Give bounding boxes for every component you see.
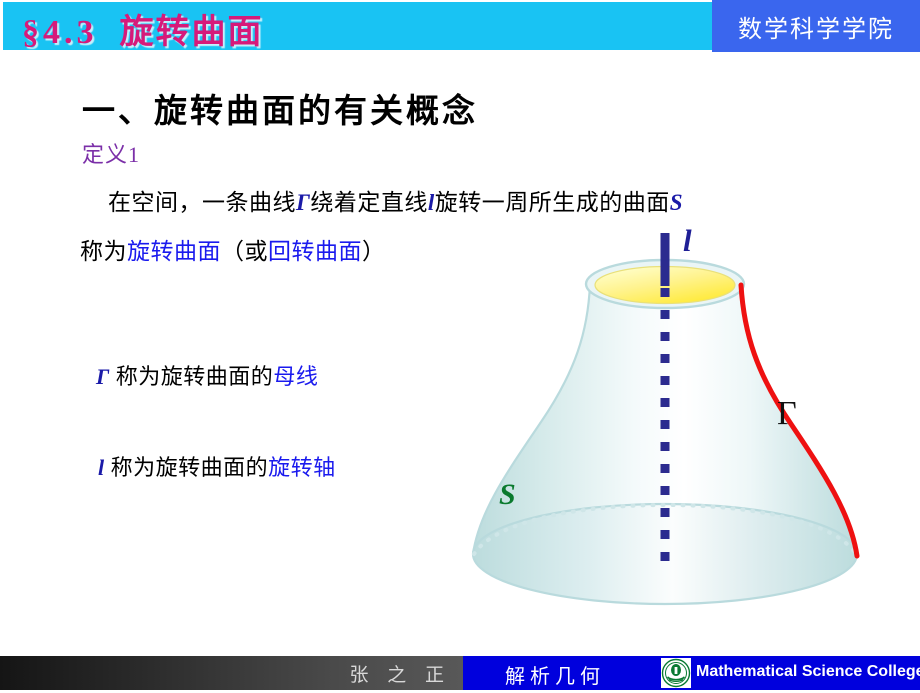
figure-label-axis: l (683, 223, 692, 258)
axis-text: 称为旋转曲面的 (110, 455, 269, 480)
symbol-gamma: Γ (296, 190, 311, 215)
figure-label-surface: S (499, 478, 516, 511)
figure-label-curve: Γ (777, 395, 797, 432)
slide-header: 数学科学学院 §4.3 旋转曲面 (0, 0, 920, 52)
footer-blue-band: 解析几何 Mathematical Science College (463, 656, 920, 690)
definition-text-part3: 旋转一周所生成的曲面 (434, 190, 670, 215)
slide-footer: 张 之 正 解析几何 Mathematical Science College (0, 656, 920, 690)
surface-of-revolution-svg (471, 233, 860, 606)
section-number: §4.3 (22, 14, 98, 51)
college-name-header: 数学科学学院 (738, 16, 894, 43)
header-blue-band: 数学科学学院 (712, 0, 920, 52)
footer-dark-band: 张 之 正 (0, 656, 463, 690)
surface-of-revolution-figure: l Γ S (455, 222, 915, 647)
symbol-l: l (427, 190, 435, 215)
term-generatrix: 母线 (273, 364, 319, 389)
definition-line-2: 称为旋转曲面（或回转曲面） (80, 232, 386, 266)
generatrix-line: Γ 称为旋转曲面的母线 (96, 359, 318, 391)
author-name: 张 之 正 (349, 664, 451, 686)
symbol-l-axis: l (98, 455, 105, 480)
definition2-part2: （或 (221, 239, 268, 264)
symbol-s: S (669, 190, 684, 215)
definition-line-1: 在空间，一条曲线Γ绕着定直线l旋转一周所生成的曲面S (108, 183, 683, 217)
definition2-part3: ） (362, 239, 386, 264)
term-surface-of-rotation: 回转曲面 (268, 239, 362, 264)
definition-label: 定义1 (82, 142, 141, 167)
page-title: §4.3 旋转曲面 (22, 4, 264, 53)
section-heading: 一、旋转曲面的有关概念 (82, 94, 478, 130)
term-surface-of-revolution: 旋转曲面 (127, 239, 221, 264)
section-title: 旋转曲面 (119, 14, 264, 51)
course-name: 解析几何 (505, 666, 605, 688)
slide-body: 一、旋转曲面的有关概念 定义1 在空间，一条曲线Γ绕着定直线l旋转一周所生成的曲… (0, 52, 920, 647)
generatrix-text: 称为旋转曲面的 (115, 364, 274, 389)
symbol-gamma-generatrix: Γ (96, 364, 110, 389)
college-name-footer: Mathematical Science College (696, 663, 920, 680)
definition-text-part1: 在空间，一条曲线 (108, 190, 296, 215)
university-seal-icon (661, 658, 691, 688)
definition2-part1: 称为 (80, 239, 127, 264)
term-axis-of-rotation: 旋转轴 (268, 455, 336, 480)
definition-text-part2: 绕着定直线 (310, 190, 428, 215)
axis-line: l 称为旋转曲面的旋转轴 (98, 450, 336, 482)
